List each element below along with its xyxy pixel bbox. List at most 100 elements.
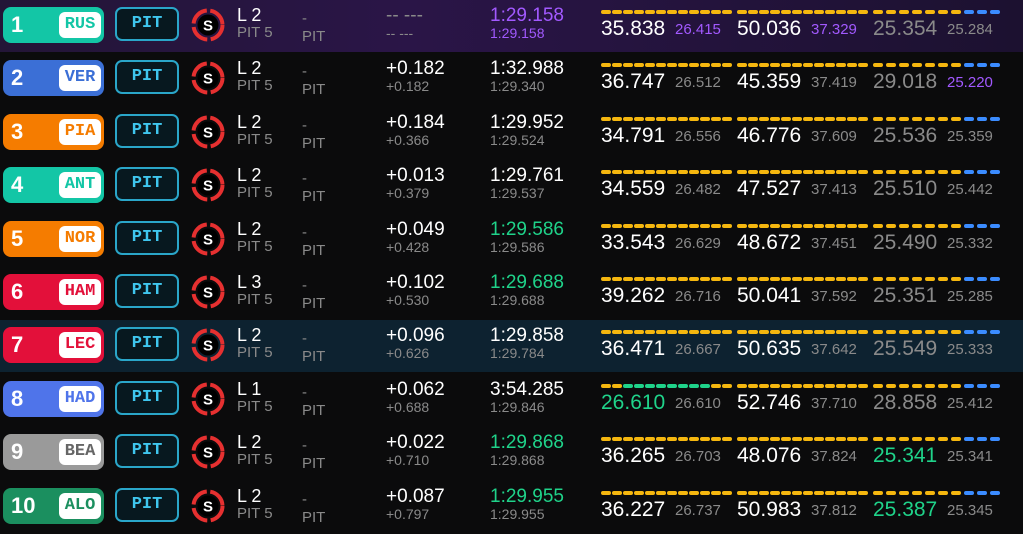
mini-sector-segment <box>951 384 961 388</box>
sector-2: 50.041 37.592 <box>737 267 873 319</box>
mini-sector-segment <box>803 224 813 228</box>
mini-sector-segment <box>667 63 677 67</box>
pit-button[interactable]: PIT <box>115 488 179 522</box>
mini-sector-segment <box>792 491 802 495</box>
mini-sector-segment <box>678 10 688 14</box>
mini-sector-segment <box>803 437 813 441</box>
mini-sector-segment <box>886 330 896 334</box>
status-pit: PIT <box>302 509 326 526</box>
driver-row[interactable]: 6 HAM PIT S L 3 PIT 5 - PIT +0.102 +0.53… <box>0 267 1023 319</box>
lap-count: L 2 <box>237 58 262 78</box>
mini-sector-segment <box>612 63 622 67</box>
sector-2: 50.983 37.812 <box>737 481 873 533</box>
mini-sector-segment <box>899 384 909 388</box>
gap-to-leader: +0.710 <box>386 452 430 468</box>
pit-button[interactable]: PIT <box>115 7 179 41</box>
sector-3: 29.018 25.220 <box>873 53 1023 105</box>
pit-button[interactable]: PIT <box>115 114 179 148</box>
pit-button[interactable]: PIT <box>115 60 179 94</box>
mini-sector-segment <box>803 491 813 495</box>
pit-button[interactable]: PIT <box>115 274 179 308</box>
mini-sector-segment <box>990 330 1000 334</box>
mini-sector-segment <box>711 384 721 388</box>
driver-row[interactable]: 4 ANT PIT S L 2 PIT 5 - PIT +0.013 +0.37… <box>0 160 1023 212</box>
mini-sector-segment <box>748 437 758 441</box>
mini-sector-segment <box>656 330 666 334</box>
pit-button[interactable]: PIT <box>115 167 179 201</box>
mini-sector-segment <box>886 63 896 67</box>
mini-sector-segment <box>847 170 857 174</box>
mini-sector-segment <box>858 10 868 14</box>
status-dash: - <box>302 63 307 80</box>
tyre-compound-label: S <box>203 445 213 462</box>
driver-row[interactable]: 8 HAD PIT S L 1 PIT 5 - PIT +0.062 +0.68… <box>0 374 1023 426</box>
status-dash: - <box>302 330 307 347</box>
mini-sector-segment <box>951 224 961 228</box>
sector-1-time: 36.747 <box>601 70 666 93</box>
gap-to-leader: -- --- <box>386 25 414 41</box>
mini-sector-segment <box>964 224 974 228</box>
mini-sector-segment <box>814 491 824 495</box>
mini-sector-segment <box>656 277 666 281</box>
mini-sector-segment <box>645 63 655 67</box>
mini-sector-segment <box>700 63 710 67</box>
mini-sector-segment <box>759 117 769 121</box>
mini-sector-segment <box>700 170 710 174</box>
driver-row[interactable]: 10 ALO PIT S L 2 PIT 5 - PIT +0.087 +0.7… <box>0 481 1023 533</box>
driver-row[interactable]: 3 PIA PIT S L 2 PIT 5 - PIT +0.184 +0.36… <box>0 107 1023 159</box>
position-badge: 2 VER <box>3 60 104 96</box>
driver-row[interactable]: 7 LEC PIT S L 2 PIT 5 - PIT +0.096 +0.62… <box>0 320 1023 372</box>
pit-button[interactable]: PIT <box>115 434 179 468</box>
sector-1: 33.543 26.629 <box>601 214 737 266</box>
sector-3-best: 25.442 <box>947 181 993 198</box>
interval: +0.182 <box>386 58 445 79</box>
driver-row[interactable]: 2 VER PIT S L 2 PIT 5 - PIT +0.182 +0.18… <box>0 53 1023 105</box>
mini-sector-segment <box>886 437 896 441</box>
pit-button[interactable]: PIT <box>115 221 179 255</box>
mini-sector-segment <box>645 10 655 14</box>
pit-button[interactable]: PIT <box>115 381 179 415</box>
driver-row[interactable]: 1 RUS PIT S L 2 PIT 5 - PIT -- --- -- --… <box>0 0 1023 52</box>
mini-sector-segment <box>700 117 710 121</box>
sector-2: 50.036 37.329 <box>737 0 873 52</box>
mini-sector-segment <box>759 330 769 334</box>
mini-sector-segment <box>759 10 769 14</box>
mini-sector-segment <box>689 117 699 121</box>
pit-button[interactable]: PIT <box>115 327 179 361</box>
driver-row[interactable]: 5 NOR PIT S L 2 PIT 5 - PIT +0.049 +0.42… <box>0 214 1023 266</box>
lap-count: L 2 <box>237 486 262 506</box>
mini-sector-segment <box>700 384 710 388</box>
mini-sector-segment <box>759 63 769 67</box>
mini-sector-segment <box>899 10 909 14</box>
mini-sector-segment <box>825 437 835 441</box>
mini-sector-segment <box>938 170 948 174</box>
status-dash: - <box>302 277 307 294</box>
gap-to-leader: +0.366 <box>386 132 430 148</box>
position-badge: 10 ALO <box>3 488 104 524</box>
sector-2: 50.635 37.642 <box>737 320 873 372</box>
mini-sector-segment <box>711 277 721 281</box>
mini-sector-segment <box>656 491 666 495</box>
mini-sector-segment <box>748 224 758 228</box>
last-lap-time: 1:29.858 <box>490 325 564 346</box>
soft-tyre-icon: S <box>191 382 225 416</box>
mini-sector-segment <box>656 63 666 67</box>
soft-tyre-icon: S <box>191 61 225 95</box>
position-number: 3 <box>11 119 24 144</box>
soft-tyre-icon: S <box>191 435 225 469</box>
mini-sector-segment <box>689 224 699 228</box>
mini-sector-segment <box>748 117 758 121</box>
soft-tyre-icon: S <box>191 489 225 523</box>
mini-sector-segment <box>990 170 1000 174</box>
mini-sector-segment <box>858 63 868 67</box>
mini-sector-segment <box>847 437 857 441</box>
driver-row[interactable]: 9 BEA PIT S L 2 PIT 5 - PIT +0.022 +0.71… <box>0 427 1023 479</box>
mini-sector-segment <box>912 491 922 495</box>
mini-sector-segment <box>792 170 802 174</box>
mini-sector-segment <box>938 63 948 67</box>
lap-count: L 2 <box>237 165 262 185</box>
mini-sector-segment <box>689 491 699 495</box>
sector-1-time: 26.610 <box>601 391 666 414</box>
mini-sector-segment <box>689 170 699 174</box>
best-lap-time: 1:29.586 <box>490 239 545 255</box>
